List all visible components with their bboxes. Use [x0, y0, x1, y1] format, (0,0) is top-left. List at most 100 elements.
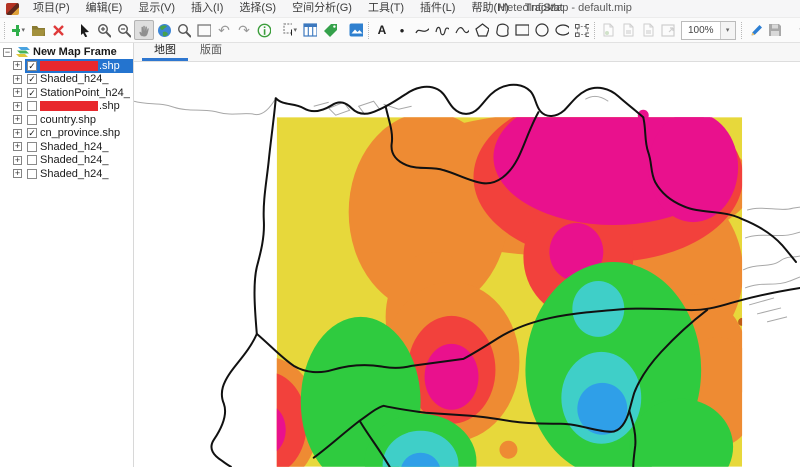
magnifier-icon	[177, 23, 191, 38]
layer-checkbox[interactable]	[27, 101, 37, 111]
remove-layer-button[interactable]	[48, 20, 68, 40]
layer-checkbox[interactable]: ✓	[27, 74, 37, 84]
curve-button[interactable]	[452, 20, 472, 40]
zoom-level-value: 100%	[682, 25, 720, 36]
menu-bar: 项目(P)编辑(E)显示(V)插入(I)选择(S)空间分析(G)工具(T)插件(…	[0, 0, 800, 17]
map-image-button[interactable]	[346, 20, 366, 40]
freehand-button[interactable]	[432, 20, 452, 40]
layer-row[interactable]: + ✓ .shp	[0, 59, 133, 73]
remove-x-icon	[52, 24, 65, 37]
menu-insert[interactable]: 插入(I)	[183, 0, 231, 17]
ellipse-button[interactable]	[552, 20, 572, 40]
pan-tool-button[interactable]	[134, 20, 154, 40]
toolbar-grip[interactable]	[368, 22, 369, 39]
menu-spatial-analysis[interactable]: 空间分析(G)	[284, 0, 360, 17]
text-button[interactable]: A	[372, 20, 392, 40]
layer-checkbox[interactable]	[27, 169, 37, 179]
toolbar-grip[interactable]	[4, 22, 5, 39]
menu-project[interactable]: 项目(P)	[25, 0, 78, 17]
menu-tools[interactable]: 工具(T)	[360, 0, 412, 17]
rectangle-button[interactable]	[512, 20, 532, 40]
window-title: MeteoInfoMap - default.mip	[498, 0, 632, 17]
layer-row[interactable]: +✓Shaded_h24_	[0, 73, 133, 87]
undo-icon: ↶	[218, 23, 230, 37]
layer-row[interactable]: + .shp	[0, 100, 133, 114]
full-extent-button[interactable]	[154, 20, 174, 40]
zoom-out-icon	[117, 23, 131, 38]
toolbar-grip[interactable]	[741, 22, 742, 39]
pencil-icon	[748, 23, 762, 38]
map-frame-row[interactable]: − New Map Frame	[0, 45, 133, 59]
tab-layout[interactable]: 版面	[188, 42, 234, 61]
cursor-icon	[78, 23, 91, 37]
image-icon	[349, 23, 363, 37]
circle-icon	[535, 23, 549, 37]
menu-view[interactable]: 显示(V)	[130, 0, 183, 17]
map-canvas[interactable]	[134, 62, 800, 467]
circle-button[interactable]	[532, 20, 552, 40]
layer-label: .shp	[99, 60, 120, 72]
edit-vertices-icon	[575, 24, 589, 37]
save-button[interactable]	[765, 20, 785, 40]
point-button[interactable]: •	[392, 20, 412, 40]
layer-label: Shaded_h24_	[40, 154, 109, 166]
layer-checkbox[interactable]: ✓	[27, 128, 37, 138]
expand-icon[interactable]: +	[13, 142, 22, 151]
edit-vertices-button[interactable]	[572, 20, 592, 40]
layer-checkbox[interactable]	[27, 142, 37, 152]
zoom-level-combo[interactable]: 100% ▾	[681, 21, 736, 40]
export-image-button[interactable]	[658, 20, 678, 40]
identify-button[interactable]	[254, 20, 274, 40]
layer-row[interactable]: +Shaded_h24_	[0, 167, 133, 181]
page-button-2[interactable]	[618, 20, 638, 40]
zoom-in-button[interactable]	[94, 20, 114, 40]
add-layer-button[interactable]: ▾	[8, 20, 28, 40]
layer-row[interactable]: +✓StationPoint_h24_	[0, 86, 133, 100]
redo-icon: ↷	[238, 23, 250, 37]
zoom-redo-button[interactable]: ↷	[234, 20, 254, 40]
layer-label: .shp	[99, 100, 120, 112]
menu-selection[interactable]: 选择(S)	[231, 0, 284, 17]
menu-plugins[interactable]: 插件(L)	[412, 0, 463, 17]
overflow-button[interactable]: ▾	[791, 20, 800, 40]
expand-icon[interactable]: +	[13, 169, 22, 178]
open-project-button[interactable]	[28, 20, 48, 40]
layer-row[interactable]: + Shaded_h24_	[0, 154, 133, 168]
expand-icon[interactable]: +	[13, 61, 22, 70]
layer-row[interactable]: +✓cn_province.shp	[0, 127, 133, 141]
layer-checkbox[interactable]: ✓	[27, 61, 37, 71]
expand-icon[interactable]: +	[13, 88, 22, 97]
page-button-1[interactable]	[598, 20, 618, 40]
toolbar-grip[interactable]	[594, 22, 595, 39]
edit-pencil-button[interactable]	[745, 20, 765, 40]
menu-edit[interactable]: 编辑(E)	[78, 0, 131, 17]
tab-map[interactable]: 地图	[142, 42, 188, 61]
page-icon	[642, 23, 655, 37]
expand-icon[interactable]: +	[13, 115, 22, 124]
polyline-button[interactable]	[412, 20, 432, 40]
expand-icon[interactable]: +	[13, 156, 22, 165]
select-tool-button[interactable]	[74, 20, 94, 40]
layer-checkbox[interactable]	[27, 115, 37, 125]
layer-checkbox[interactable]: ✓	[27, 88, 37, 98]
zoom-out-button[interactable]	[114, 20, 134, 40]
zoom-undo-button[interactable]: ↶	[214, 20, 234, 40]
layer-row[interactable]: +Shaded_h24_	[0, 140, 133, 154]
zoom-to-layer-button[interactable]	[174, 20, 194, 40]
expand-icon[interactable]: +	[13, 102, 22, 111]
chevron-down-icon[interactable]: ▾	[720, 22, 735, 39]
expand-icon[interactable]: +	[13, 129, 22, 138]
zoom-rectangle-button[interactable]	[194, 20, 214, 40]
attribute-table-button[interactable]	[300, 20, 320, 40]
main-toolbar: ▾ ↶ ↷ ▾	[0, 17, 800, 43]
select-feature-button[interactable]: ▾	[280, 20, 300, 40]
redacted-layer-name	[40, 61, 98, 71]
layer-row[interactable]: +country.shp	[0, 113, 133, 127]
collapse-icon[interactable]: −	[3, 48, 12, 57]
label-button[interactable]	[320, 20, 340, 40]
layer-checkbox[interactable]	[27, 155, 37, 165]
expand-icon[interactable]: +	[13, 75, 22, 84]
page-button-3[interactable]	[638, 20, 658, 40]
polygon-button[interactable]	[472, 20, 492, 40]
freehand-polygon-button[interactable]	[492, 20, 512, 40]
